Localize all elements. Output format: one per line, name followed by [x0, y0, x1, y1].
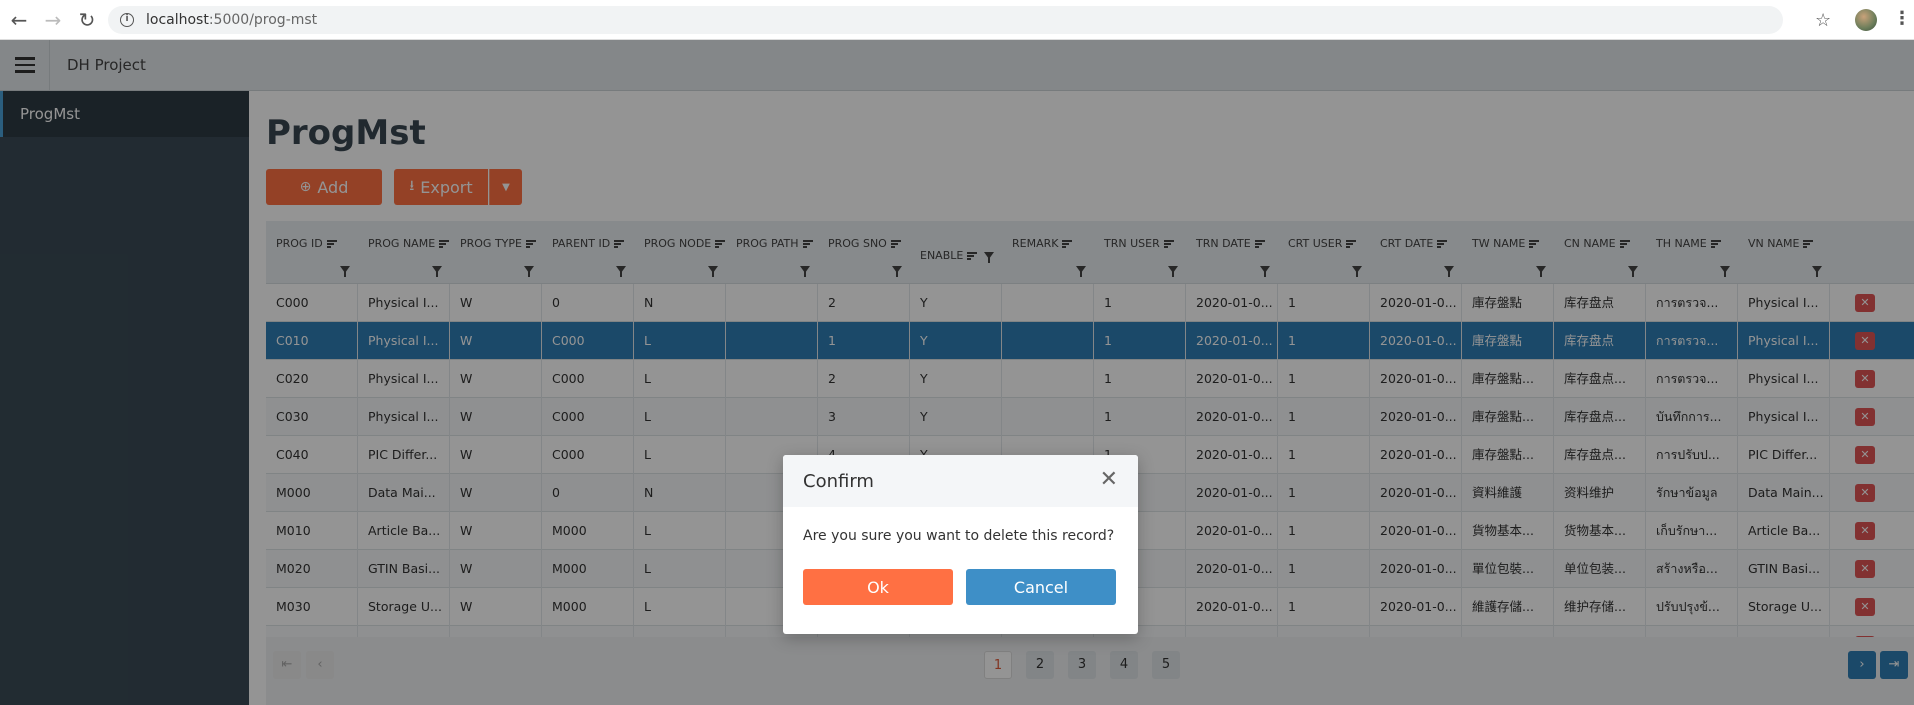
forward-icon[interactable]: →	[38, 5, 68, 35]
browser-toolbar: ← → ↻ i localhost:5000/prog-mst ☆ ⋮	[0, 0, 1914, 40]
more-menu-icon[interactable]: ⋮	[1893, 8, 1911, 29]
profile-avatar[interactable]	[1855, 9, 1877, 31]
url-path: :5000/prog-mst	[208, 12, 318, 28]
back-icon[interactable]: ←	[4, 5, 34, 35]
info-icon[interactable]: i	[120, 13, 134, 27]
url-host: localhost	[146, 12, 209, 28]
bookmark-star-icon[interactable]: ☆	[1815, 10, 1831, 31]
ok-button[interactable]: Ok	[803, 569, 953, 605]
dialog-title: Confirm	[783, 455, 1138, 507]
confirm-dialog: Confirm ✕ Are you sure you want to delet…	[783, 455, 1138, 634]
dialog-message: Are you sure you want to delete this rec…	[803, 528, 1115, 544]
reload-icon[interactable]: ↻	[72, 5, 102, 35]
address-bar[interactable]: i localhost:5000/prog-mst	[108, 6, 1783, 34]
cancel-button[interactable]: Cancel	[966, 569, 1116, 605]
close-icon[interactable]: ✕	[1100, 469, 1118, 491]
